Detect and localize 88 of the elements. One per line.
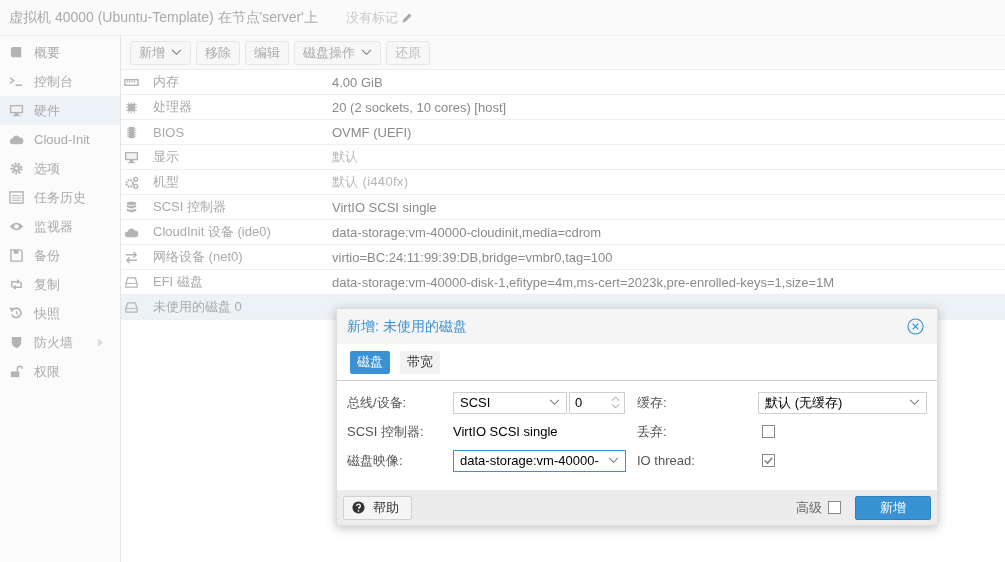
- hardware-value: 默认: [332, 148, 359, 166]
- hardware-row[interactable]: SCSI 控制器 VirtIO SCSI single: [121, 195, 1005, 220]
- floppy-icon: [9, 248, 24, 263]
- toolbar-button[interactable]: 磁盘操作: [294, 40, 381, 65]
- add-button[interactable]: 新增: [855, 495, 931, 520]
- sidebar-item[interactable]: 快照: [0, 299, 120, 328]
- monitor-icon: [124, 149, 139, 165]
- monitor-icon: [9, 103, 24, 118]
- chip-icon: [124, 124, 139, 140]
- sidebar-item[interactable]: 防火墙: [0, 328, 120, 357]
- hardware-name: 内存: [153, 73, 179, 91]
- hardware-name: CloudInit 设备 (ide0): [153, 223, 271, 241]
- hardware-name: 显示: [153, 148, 179, 166]
- shield-icon: [9, 335, 24, 350]
- field-value: VirtIO SCSI single: [453, 424, 558, 439]
- arrows-icon: [124, 249, 139, 265]
- hardware-name: EFI 磁盘: [153, 273, 203, 291]
- close-icon[interactable]: [907, 318, 924, 335]
- hardware-name: 机型: [153, 173, 179, 191]
- hardware-row[interactable]: 机型 默认 (i440fx): [121, 170, 1005, 195]
- page-title: 虚拟机 40000 (Ubuntu-Template) 在节点'server'上: [9, 8, 318, 27]
- pencil-icon[interactable]: [400, 11, 413, 24]
- field-label: SCSI 控制器:: [347, 422, 425, 441]
- hardware-row[interactable]: BIOS OVMF (UEFI): [121, 120, 1005, 145]
- hardware-name: BIOS: [153, 124, 185, 140]
- caret-icon: [549, 399, 560, 406]
- dialog-title: 新增: 未使用的磁盘: [347, 317, 467, 336]
- advanced-label: 高级: [796, 498, 822, 517]
- hardware-name: 未使用的磁盘 0: [153, 298, 242, 316]
- advanced-checkbox[interactable]: [828, 501, 841, 514]
- checkbox[interactable]: [762, 425, 775, 438]
- hardware-name: SCSI 控制器: [153, 198, 226, 216]
- gears-icon: [124, 174, 139, 190]
- hardware-value: 默认 (i440fx): [332, 173, 409, 191]
- sidebar-item[interactable]: 备份: [0, 241, 120, 270]
- field-label: 总线/设备:: [347, 393, 408, 412]
- gear-icon: [9, 161, 24, 176]
- history-icon: [9, 306, 24, 321]
- field-label: 丢弃:: [637, 422, 668, 441]
- hardware-value: VirtIO SCSI single: [332, 199, 437, 215]
- hardware-value: 20 (2 sockets, 10 cores) [host]: [332, 99, 507, 115]
- help-button[interactable]: 帮助: [343, 495, 412, 520]
- select-field[interactable]: SCSI: [453, 391, 567, 414]
- sidebar-item[interactable]: 控制台: [0, 67, 120, 96]
- field-label: 缓存:: [637, 393, 668, 412]
- retweet-icon: [9, 277, 24, 292]
- field-label: 磁盘映像:: [347, 451, 404, 470]
- terminal-icon: [9, 74, 24, 89]
- sidebar-item[interactable]: 硬件: [0, 96, 120, 125]
- sidebar-item[interactable]: Cloud-Init: [0, 125, 120, 154]
- sidebar-item[interactable]: 监视器: [0, 212, 120, 241]
- select-field[interactable]: data-storage:vm-40000-: [453, 449, 626, 472]
- hardware-row[interactable]: 内存 4.00 GiB: [121, 70, 1005, 95]
- hardware-row[interactable]: CloudInit 设备 (ide0) data-storage:vm-40000-cloudinit,media=cdrom: [121, 220, 1005, 245]
- hdd-icon: [124, 299, 139, 315]
- toolbar-button[interactable]: 新增: [130, 40, 191, 65]
- select-field[interactable]: 默认 (无缓存): [758, 391, 927, 414]
- sidebar-item[interactable]: 权限: [0, 357, 120, 386]
- toolbar-button[interactable]: 编辑: [245, 40, 289, 65]
- hardware-row[interactable]: 网络设备 (net0) virtio=BC:24:11:99:39:DB,bridge=vmbr0,tag=100: [121, 245, 1005, 270]
- hardware-value: data-storage:vm-40000-disk-1,efitype=4m,ms-cert=2023k,pre-enrolled-keys=1,size=1M: [332, 274, 835, 290]
- sidebar-item[interactable]: 概要: [0, 38, 120, 67]
- hdd-icon: [124, 274, 139, 290]
- field-label: IO thread:: [637, 453, 696, 468]
- number-field[interactable]: 0: [569, 391, 625, 414]
- sidebar-item[interactable]: 任务历史: [0, 183, 120, 212]
- toolbar-button[interactable]: 移除: [196, 40, 240, 65]
- hardware-name: 处理器: [153, 98, 192, 116]
- hardware-value: 4.00 GiB: [332, 74, 383, 90]
- sidebar-item[interactable]: 复制: [0, 270, 120, 299]
- spinner-icon[interactable]: [611, 395, 620, 410]
- sidebar-item[interactable]: 选项: [0, 154, 120, 183]
- tab[interactable]: 磁盘: [350, 350, 390, 374]
- checkbox[interactable]: [762, 454, 775, 467]
- list-icon: [9, 190, 24, 205]
- tab[interactable]: 带宽: [400, 350, 440, 374]
- hardware-value: data-storage:vm-40000-cloudinit,media=cdrom: [332, 224, 602, 240]
- database-icon: [124, 199, 139, 215]
- hardware-row[interactable]: 显示 默认: [121, 145, 1005, 170]
- caret-icon: [608, 457, 619, 464]
- hardware-value: OVMF (UEFI): [332, 124, 412, 140]
- question-icon: [352, 501, 365, 514]
- hardware-name: 网络设备 (net0): [153, 248, 243, 266]
- hardware-row[interactable]: 处理器 20 (2 sockets, 10 cores) [host]: [121, 95, 1005, 120]
- hardware-value: virtio=BC:24:11:99:39:DB,bridge=vmbr0,tag=100: [332, 249, 613, 265]
- caret-icon: [909, 399, 920, 406]
- unlock-icon: [9, 364, 24, 379]
- chip-icon: [124, 99, 139, 115]
